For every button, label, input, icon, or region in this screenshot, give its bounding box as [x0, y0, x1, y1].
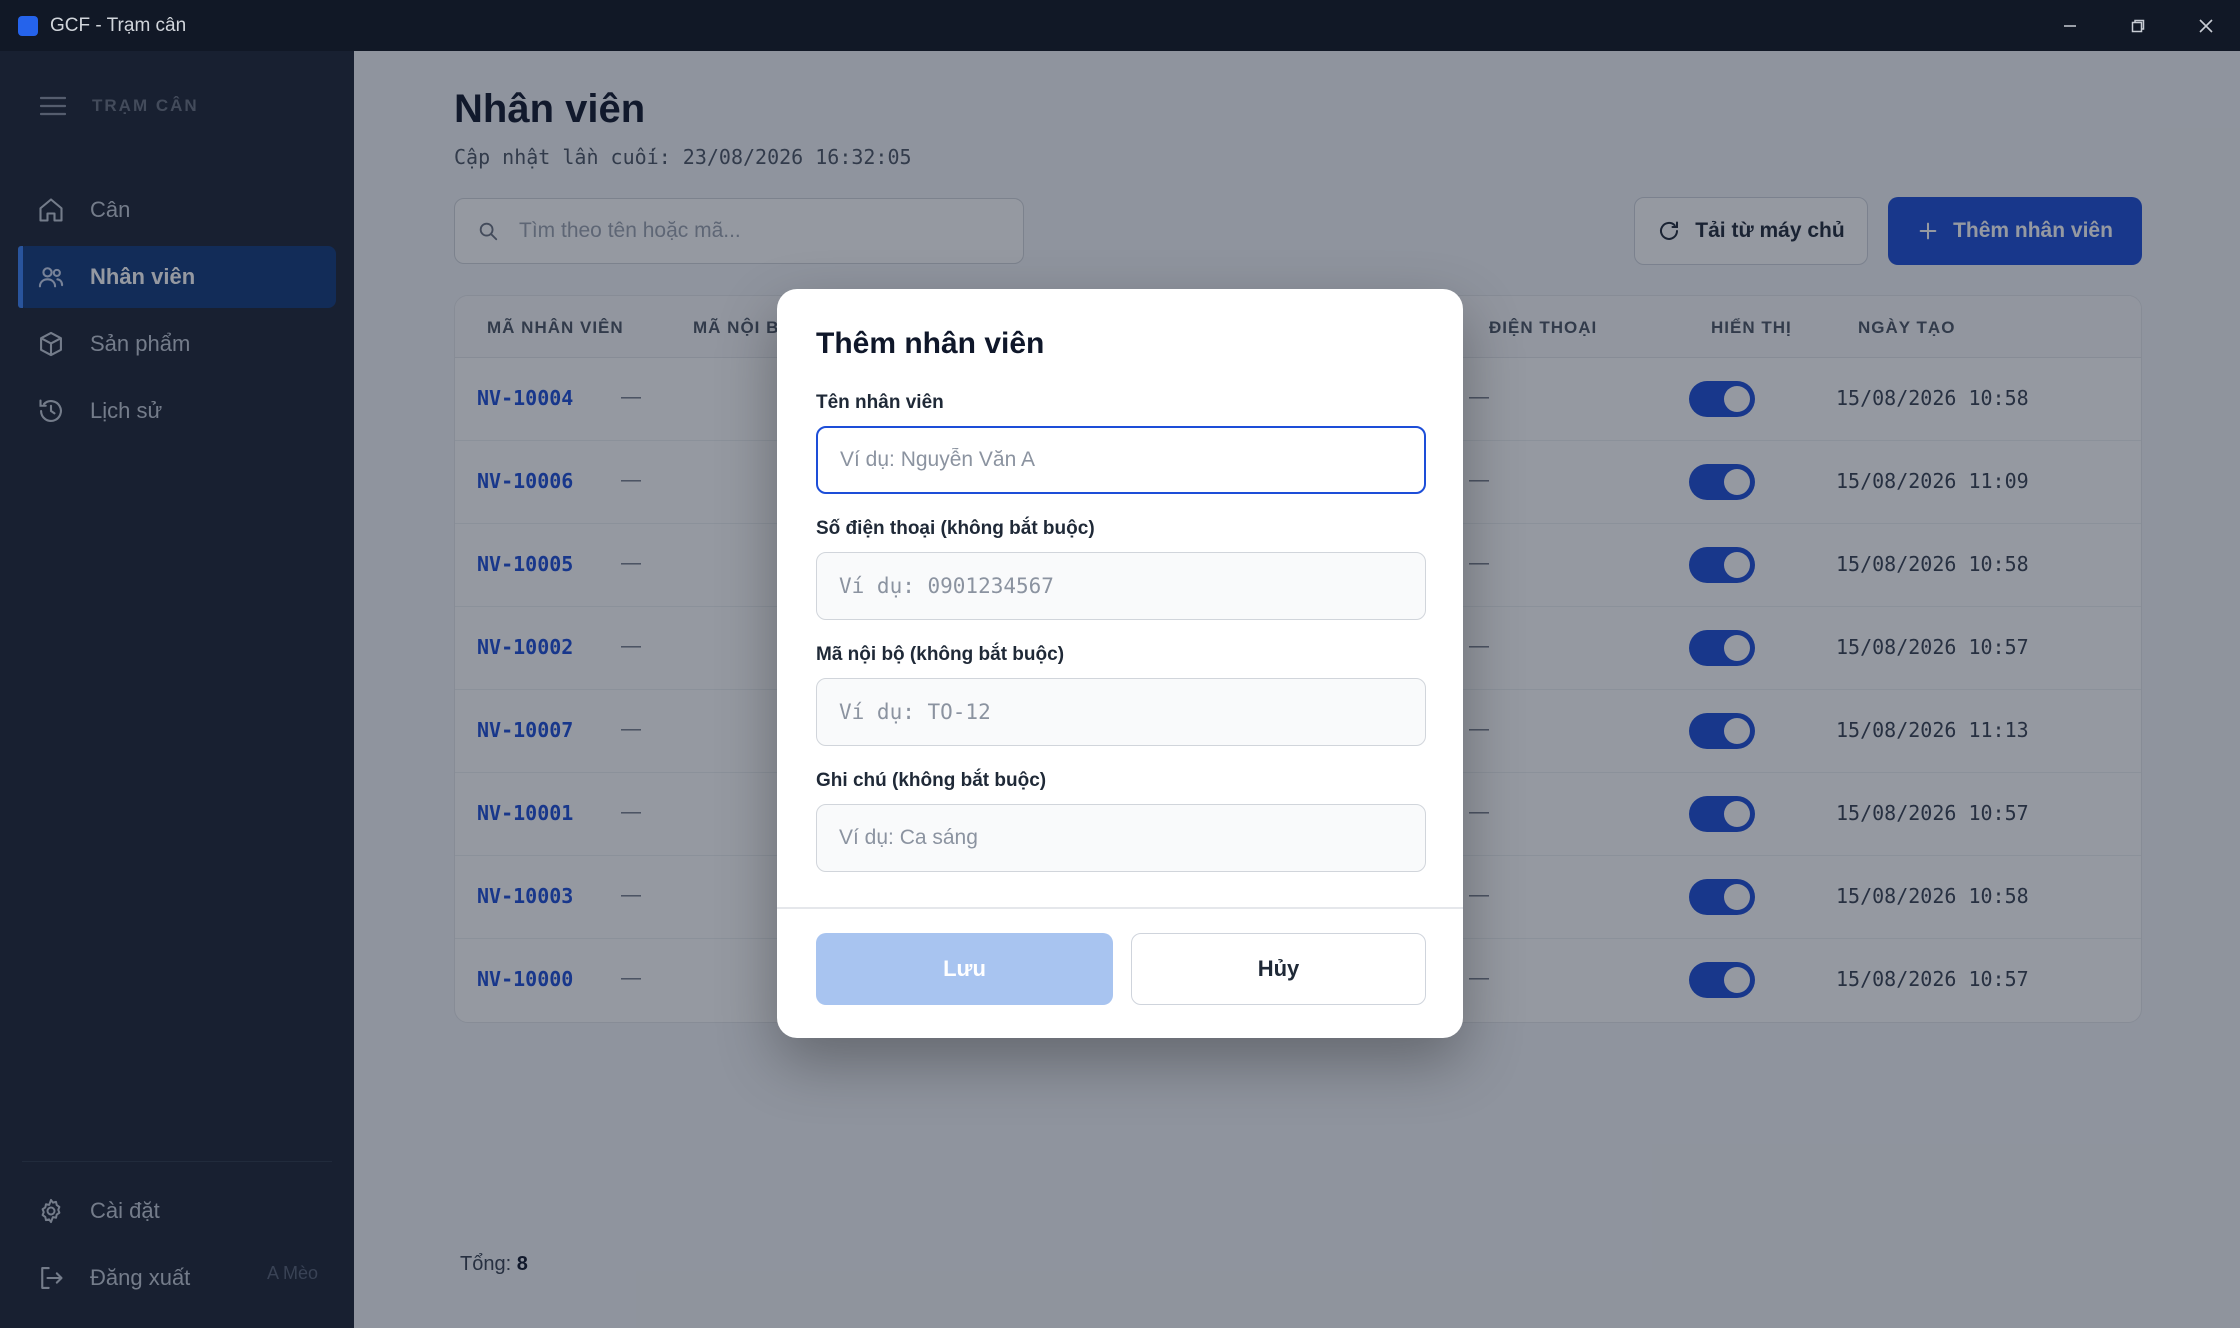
phone-label: Số điện thoại (không bắt buộc)	[816, 518, 1095, 539]
close-button[interactable]	[2172, 0, 2240, 51]
close-icon	[2199, 18, 2213, 33]
employee-name-label: Tên nhân viên	[816, 392, 944, 413]
employee-name-field[interactable]	[816, 426, 1426, 494]
note-field[interactable]	[816, 804, 1426, 872]
minimize-icon	[2064, 24, 2076, 27]
add-employee-dialog: Thêm nhân viên Tên nhân viên Số điện tho…	[777, 289, 1463, 1038]
save-button[interactable]: Lưu	[816, 933, 1113, 1005]
phone-field[interactable]	[816, 552, 1426, 620]
dialog-divider	[777, 907, 1463, 909]
phone-input[interactable]	[839, 574, 1399, 598]
employee-name-input[interactable]	[840, 448, 1400, 472]
minimize-button[interactable]	[2036, 0, 2104, 51]
internal-code-input[interactable]	[839, 700, 1399, 724]
internal-code-field[interactable]	[816, 678, 1426, 746]
dialog-title: Thêm nhân viên	[816, 327, 1045, 360]
title-bar: GCF - Trạm cân	[0, 0, 2240, 51]
restore-icon	[2131, 19, 2145, 32]
internal-code-label: Mã nội bộ (không bắt buộc)	[816, 644, 1065, 665]
window-title: GCF - Trạm cân	[50, 14, 187, 36]
note-input[interactable]	[839, 826, 1399, 850]
window-controls	[2036, 0, 2240, 51]
note-label: Ghi chú (không bắt buộc)	[816, 770, 1047, 791]
cancel-button[interactable]: Hủy	[1131, 933, 1426, 1005]
restore-button[interactable]	[2104, 0, 2172, 51]
app-icon	[18, 15, 38, 36]
